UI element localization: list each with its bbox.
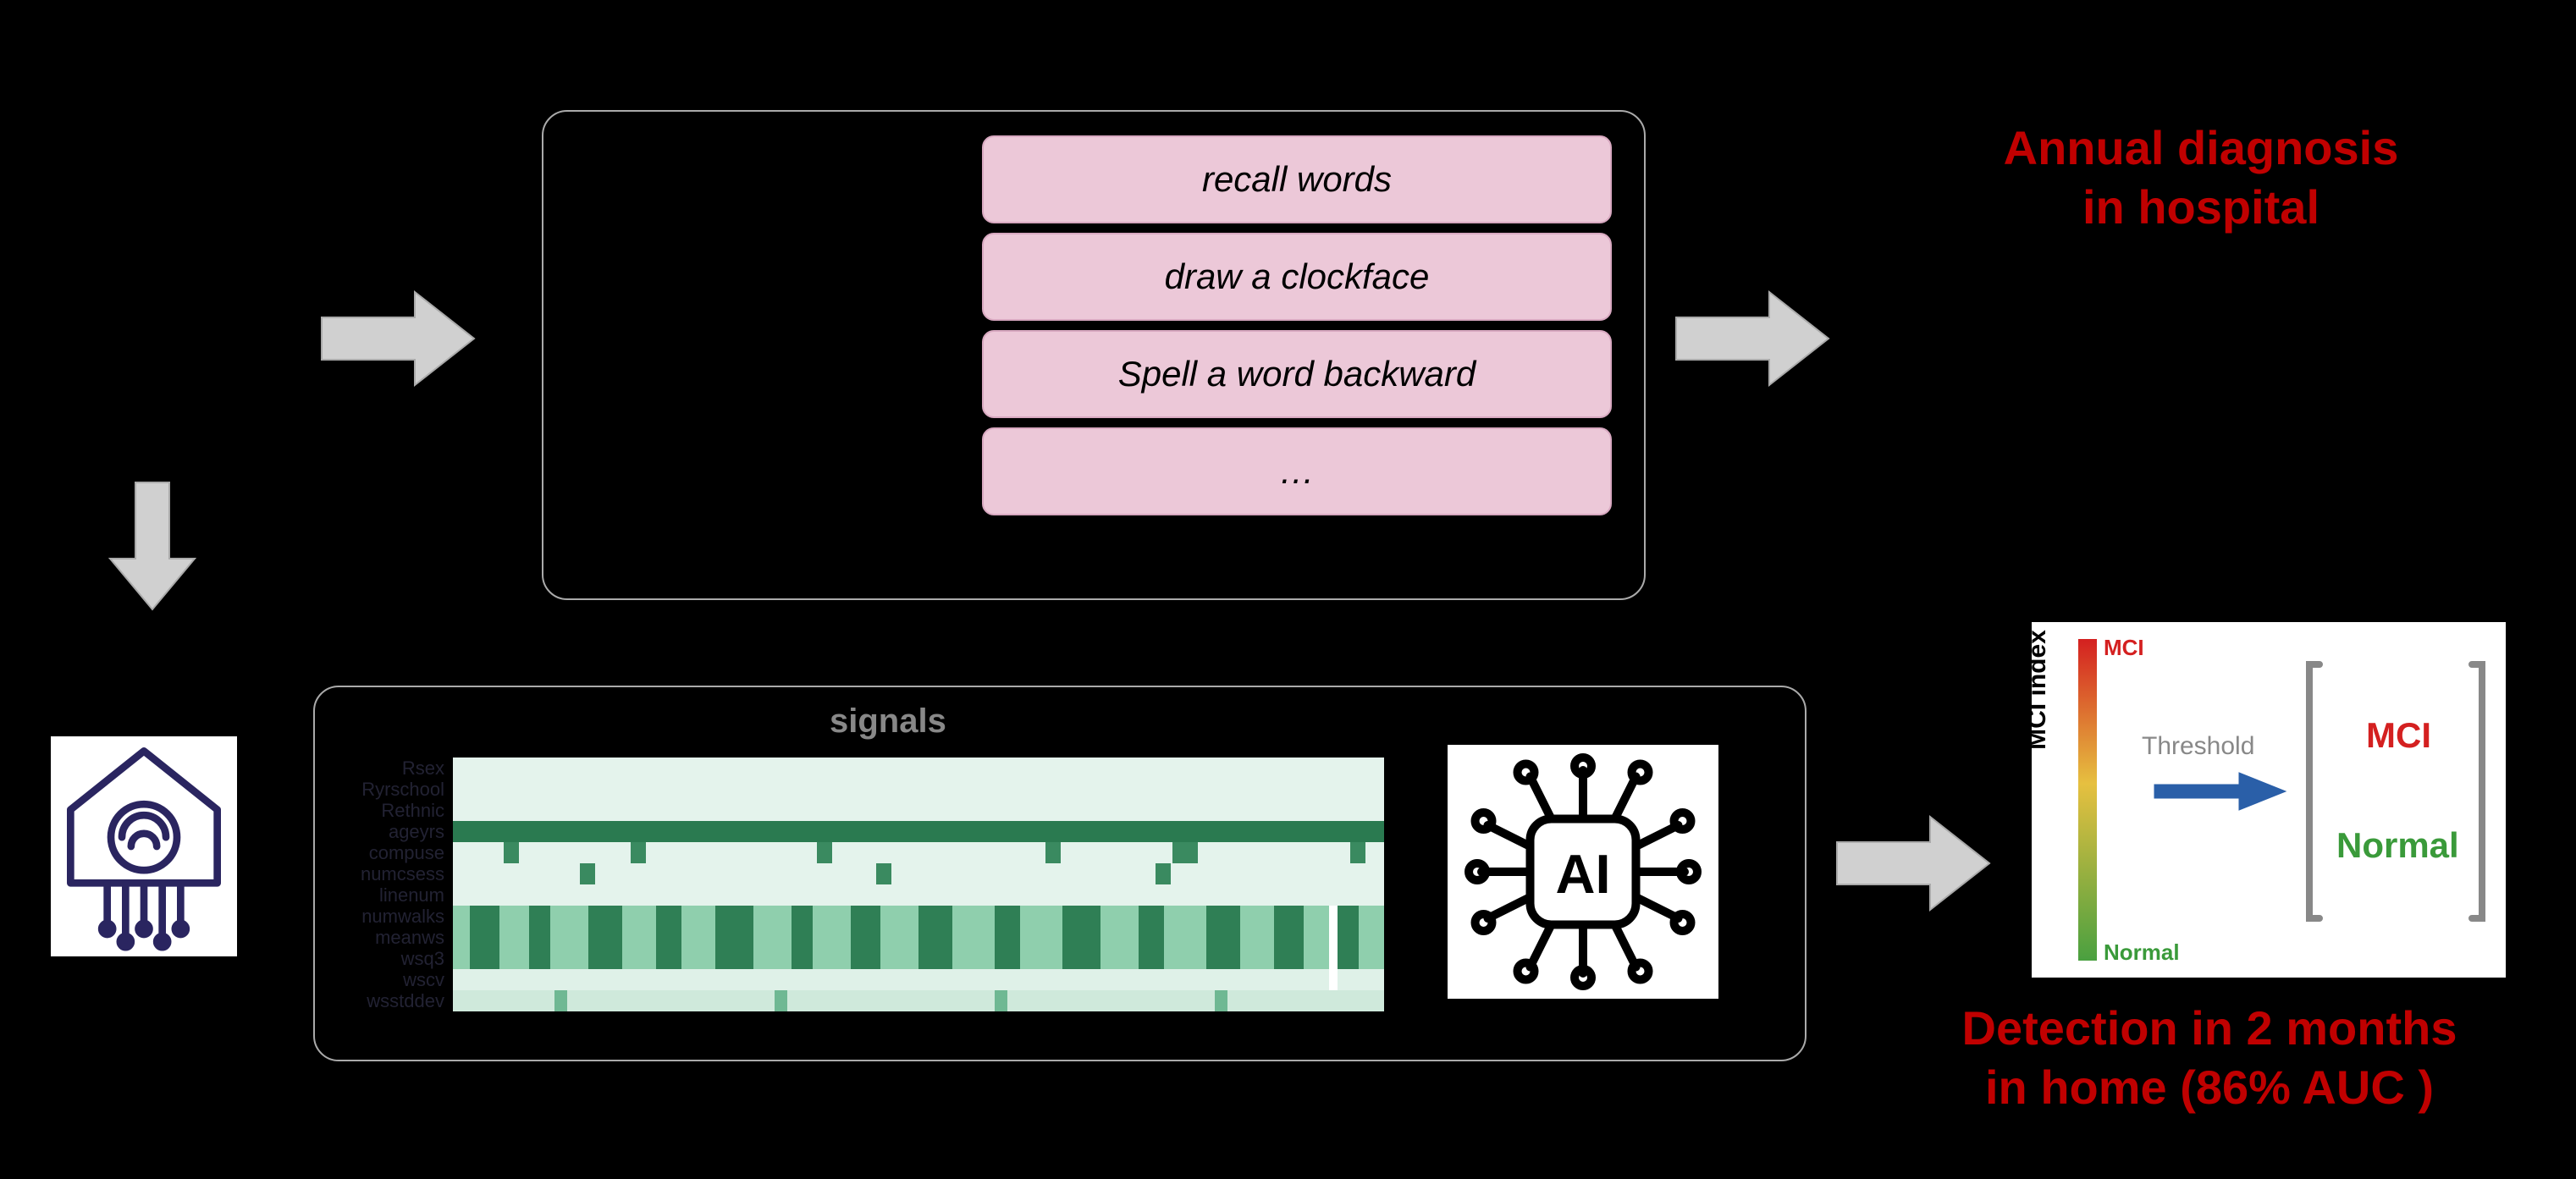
annual-diagnosis-caption: Annual diagnosis in hospital	[1879, 118, 2523, 237]
test-pill: Spell a word backward	[982, 330, 1612, 418]
arrow-right-top-icon	[313, 279, 483, 398]
detection-caption: Detection in 2 months in home (86% AUC )	[1879, 999, 2540, 1117]
heatmap-row-label: wscv	[322, 969, 444, 991]
threshold-label: Threshold	[2142, 732, 2254, 761]
heatmap-row-label: numcsess	[322, 863, 444, 885]
heatmap-row-label: Rsex	[322, 758, 444, 780]
heatmap-row-label: numwalks	[322, 906, 444, 928]
svg-text:AI: AI	[1556, 843, 1611, 905]
arrow-right-top2-icon	[1668, 279, 1837, 398]
heatmap-row-label: compuse	[322, 842, 444, 864]
heatmap-row-label: wsq3	[322, 948, 444, 970]
test-pill-label: …	[1279, 451, 1315, 492]
output-bracket-icon	[2303, 656, 2489, 927]
heatmap-row-label: linenum	[322, 884, 444, 906]
arrow-right-bottom-icon	[1829, 804, 1998, 923]
heatmap-row-label: meanws	[322, 927, 444, 949]
smart-home-icon-card	[51, 736, 237, 956]
mci-index-panel: MCI index MCI Normal Threshold MCI Norma…	[2032, 622, 2506, 978]
mci-bottom-label: Normal	[2104, 939, 2180, 966]
signals-label: signals	[830, 702, 946, 741]
output-mci-label: MCI	[2366, 715, 2431, 756]
test-pill: recall words	[982, 135, 1612, 223]
threshold-arrow-icon	[2146, 766, 2290, 817]
signals-heatmap	[453, 758, 1384, 1011]
arrow-down-icon	[102, 474, 203, 618]
mci-top-label: MCI	[2104, 635, 2144, 661]
heatmap-row-label: Ryrschool	[322, 779, 444, 801]
test-pill-label: recall words	[1202, 159, 1392, 200]
test-pill: …	[982, 427, 1612, 515]
smart-home-icon	[51, 736, 237, 956]
heatmap-row-label: Rethnic	[322, 800, 444, 822]
mci-index-ylabel: MCI index	[2023, 580, 2052, 800]
test-pill-label: Spell a word backward	[1118, 354, 1476, 394]
heatmap-row-label: wsstddev	[322, 990, 444, 1012]
ai-chip-icon: AI	[1448, 745, 1718, 999]
heatmap-row-label: ageyrs	[322, 821, 444, 843]
test-pill: draw a clockface	[982, 233, 1612, 321]
output-normal-label: Normal	[2336, 825, 2459, 866]
test-pill-label: draw a clockface	[1165, 256, 1430, 297]
ai-icon-card: AI	[1448, 745, 1718, 999]
mci-gradient-bar	[2078, 639, 2097, 961]
